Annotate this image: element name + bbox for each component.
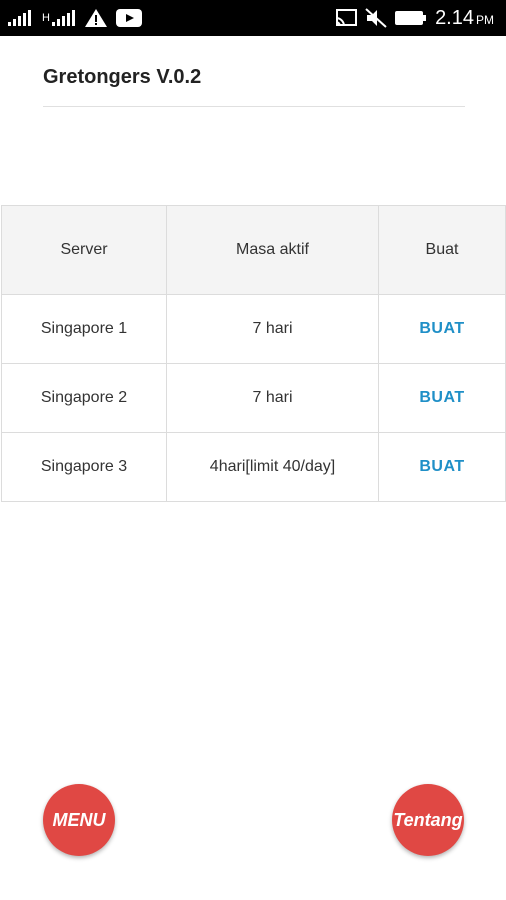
column-header-masa-aktif: Masa aktif (166, 205, 379, 295)
menu-button[interactable]: MENU (43, 784, 115, 856)
clock-time: 2.14 (435, 6, 474, 29)
youtube-icon (115, 9, 142, 27)
column-header-buat: Buat (378, 205, 506, 295)
signal-h-icon: H (42, 10, 76, 26)
status-bar-right: 2.14 PM (335, 7, 494, 30)
buat-button[interactable]: BUAT (419, 389, 464, 406)
tentang-button[interactable]: Tentang (392, 784, 464, 856)
masa-aktif-cell: 7 hari (166, 363, 379, 433)
status-bar: H 2.14 PM (0, 0, 506, 36)
status-bar-left: H (8, 8, 142, 28)
masa-aktif-cell: 4hari[limit 40/day] (166, 432, 379, 502)
server-name-cell: Singapore 1 (1, 294, 167, 364)
mute-icon (365, 8, 387, 28)
battery-icon (395, 10, 427, 26)
warning-icon (84, 8, 108, 28)
buat-button[interactable]: BUAT (419, 458, 464, 475)
server-name-cell: Singapore 3 (1, 432, 167, 502)
server-name-cell: Singapore 2 (1, 363, 167, 433)
clock-ampm: PM (476, 12, 494, 27)
table-row: Singapore 3 4hari[limit 40/day] BUAT (1, 432, 506, 502)
action-cell: BUAT (378, 363, 506, 433)
table-header-row: Server Masa aktif Buat (1, 205, 506, 295)
table-row: Singapore 2 7 hari BUAT (1, 363, 506, 433)
clock: 2.14 PM (435, 7, 494, 30)
signal-icon (8, 10, 34, 26)
server-table: Server Masa aktif Buat Singapore 1 7 har… (1, 205, 506, 502)
table-row: Singapore 1 7 hari BUAT (1, 294, 506, 364)
action-cell: BUAT (378, 432, 506, 502)
page-title: Gretongers V.0.2 (43, 66, 202, 88)
buat-button[interactable]: BUAT (419, 320, 464, 337)
action-cell: BUAT (378, 294, 506, 364)
masa-aktif-cell: 7 hari (166, 294, 379, 364)
cast-icon (335, 9, 358, 27)
network-type-label: H (42, 12, 50, 24)
column-header-server: Server (1, 205, 167, 295)
title-divider (43, 106, 465, 107)
